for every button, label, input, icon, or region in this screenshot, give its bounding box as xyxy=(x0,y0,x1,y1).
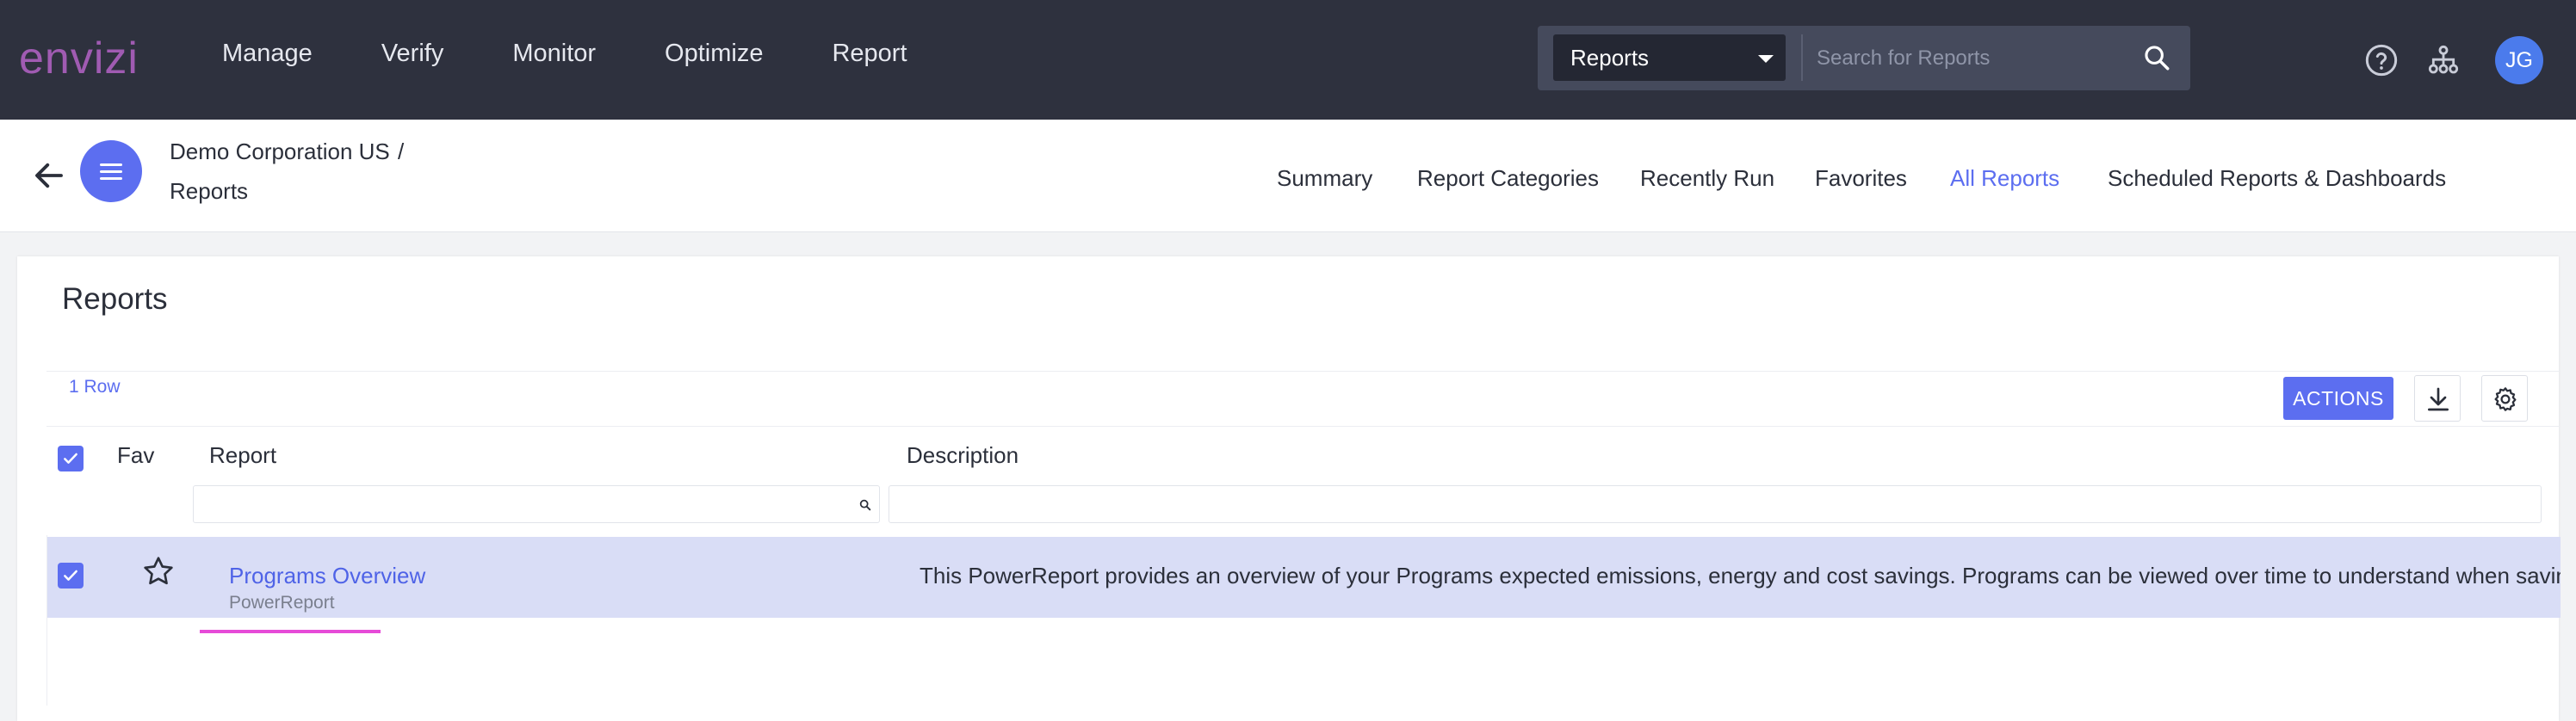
description-filter xyxy=(889,485,2542,523)
select-all-checkbox[interactable] xyxy=(58,446,84,471)
tab-scheduled-reports[interactable]: Scheduled Reports & Dashboards xyxy=(2108,165,2446,192)
tab-all-reports[interactable]: All Reports xyxy=(1950,165,2059,192)
column-header-fav[interactable]: Fav xyxy=(117,442,154,469)
grid-settings-button[interactable] xyxy=(2481,375,2528,422)
reports-card: Reports 1 Row ACTIONS Fav Report Descrip… xyxy=(17,256,2561,721)
main-nav: Manage Verify Monitor Optimize Report xyxy=(222,40,976,68)
global-search: Reports xyxy=(1538,26,2190,90)
gear-icon xyxy=(2494,387,2517,411)
tab-summary[interactable]: Summary xyxy=(1277,165,1372,192)
breadcrumb-org[interactable]: Demo Corporation US xyxy=(170,139,390,165)
search-divider xyxy=(1801,34,1803,81)
download-button[interactable] xyxy=(2414,375,2461,422)
menu-line xyxy=(100,177,122,180)
checkmark-icon xyxy=(64,570,77,581)
divider xyxy=(46,426,2561,427)
report-filter-input[interactable] xyxy=(194,486,821,522)
menu-button[interactable] xyxy=(80,140,142,202)
tab-favorites[interactable]: Favorites xyxy=(1815,165,1907,192)
caret-down-icon xyxy=(1758,55,1774,63)
breadcrumb-page: Reports xyxy=(170,178,249,204)
tab-recently-run[interactable]: Recently Run xyxy=(1640,165,1774,192)
envizi-logo[interactable]: envizi xyxy=(19,33,139,84)
search-input[interactable] xyxy=(1815,34,2137,83)
row-count: 1 Row xyxy=(69,377,121,397)
nav-item-monitor[interactable]: Monitor xyxy=(512,40,596,68)
nav-item-optimize[interactable]: Optimize xyxy=(665,40,763,68)
divider xyxy=(46,371,2561,372)
search-scope-value: Reports xyxy=(1570,45,1650,71)
column-header-report[interactable]: Report xyxy=(209,442,276,469)
column-header-description[interactable]: Description xyxy=(907,442,1019,469)
star-icon[interactable] xyxy=(141,554,176,589)
tab-report-categories[interactable]: Report Categories xyxy=(1417,165,1599,192)
download-icon xyxy=(2428,387,2449,411)
table-row[interactable]: Programs Overview PowerReport This Power… xyxy=(46,537,2561,618)
checkmark-icon xyxy=(64,453,77,464)
row-checkbox[interactable] xyxy=(58,563,84,589)
description-filter-input[interactable] xyxy=(889,486,2387,522)
report-name-link[interactable]: Programs Overview xyxy=(229,563,425,589)
top-bar: envizi Manage Verify Monitor Optimize Re… xyxy=(0,0,2576,120)
report-type-label: PowerReport xyxy=(229,593,335,613)
hierarchy-icon[interactable] xyxy=(2426,43,2461,77)
report-filter xyxy=(193,485,880,523)
page-title: Reports xyxy=(62,282,168,316)
nav-item-manage[interactable]: Manage xyxy=(222,40,313,68)
search-icon[interactable] xyxy=(2142,43,2171,72)
breadcrumb-separator: / xyxy=(398,139,405,164)
back-arrow-icon[interactable] xyxy=(31,157,67,194)
report-description: This PowerReport provides an overview of… xyxy=(920,563,2561,589)
highlight-underline xyxy=(200,630,381,633)
nav-item-report[interactable]: Report xyxy=(832,40,907,68)
actions-button[interactable]: ACTIONS xyxy=(2283,377,2393,420)
user-avatar[interactable]: JG xyxy=(2495,36,2543,84)
search-icon xyxy=(859,499,871,511)
menu-line xyxy=(100,170,122,173)
nav-item-verify[interactable]: Verify xyxy=(381,40,444,68)
menu-line xyxy=(100,163,122,166)
search-scope-select[interactable]: Reports xyxy=(1553,34,1786,81)
help-icon[interactable] xyxy=(2364,43,2399,77)
page-header: Demo Corporation US / Reports Summary Re… xyxy=(0,120,2576,232)
divider xyxy=(46,535,47,706)
